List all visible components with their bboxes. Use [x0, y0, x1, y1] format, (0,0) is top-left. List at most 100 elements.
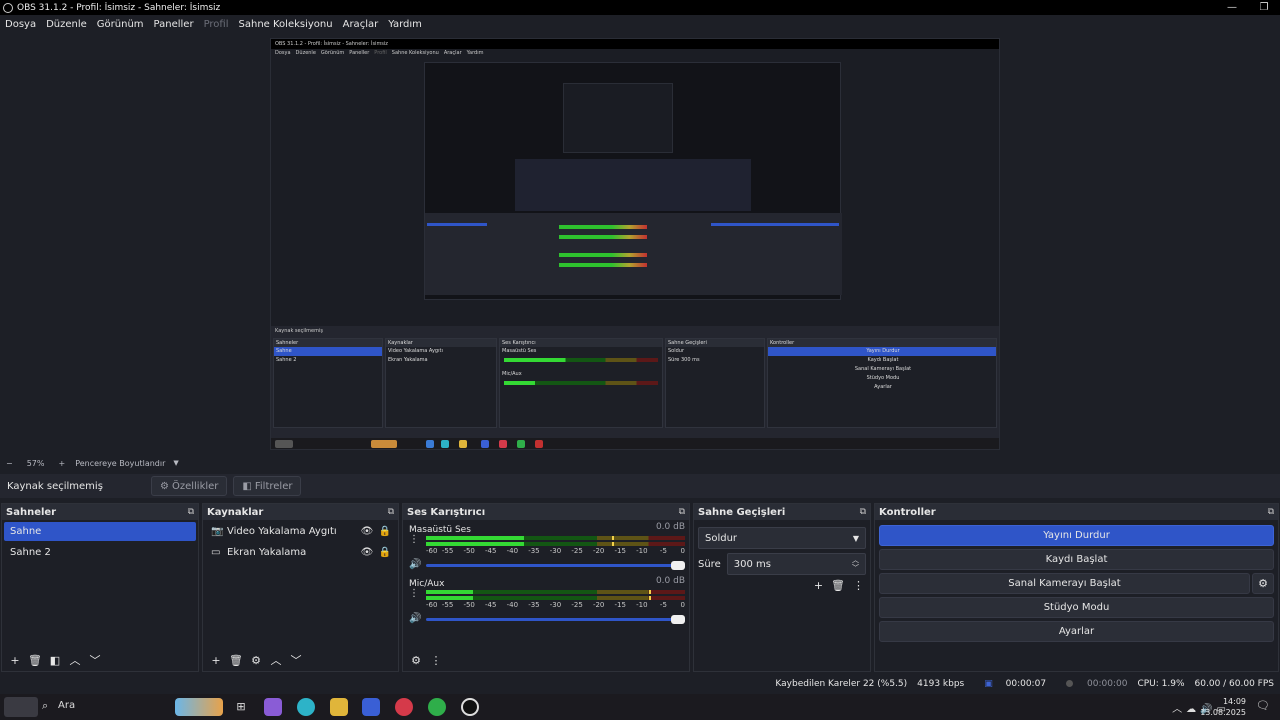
studio-mode-button[interactable]: Stüdyo Modu: [879, 597, 1274, 618]
start-recording-button[interactable]: Kaydı Başlat: [879, 549, 1274, 570]
obs-icon[interactable]: [461, 698, 479, 716]
stepper-icon[interactable]: ︿ ﹀: [852, 556, 859, 572]
transitions-dock: Sahne Geçişleri ⧉ Soldur ▼ Süre 300 ms ︿…: [693, 503, 871, 672]
add-icon[interactable]: +: [814, 579, 823, 592]
move-down-icon[interactable]: ﹀: [86, 651, 104, 669]
scenes-dock: Sahneler ⧉ Sahne Sahne 2 + 🗑 ◧ ︿ ﹀: [1, 503, 199, 672]
volume-slider[interactable]: [426, 615, 685, 624]
kebab-menu-icon[interactable]: ⋮: [409, 588, 419, 599]
task-view-icon[interactable]: ⊞: [232, 698, 250, 716]
tick-label: -45: [485, 547, 497, 555]
menu-view[interactable]: Görünüm: [97, 19, 144, 30]
preview-canvas[interactable]: OBS 31.1.2 - Profil: İsimsiz - Sahneler:…: [270, 38, 1000, 450]
speaker-icon[interactable]: 🔊: [409, 613, 421, 624]
move-up-icon[interactable]: ︿: [267, 651, 285, 669]
float-icon[interactable]: ⧉: [679, 507, 685, 517]
widget-icon[interactable]: [175, 698, 223, 716]
monitor-icon: ▭: [211, 547, 221, 558]
volume-slider[interactable]: [426, 561, 685, 570]
trash-icon[interactable]: 🗑: [26, 651, 44, 669]
kebab-menu-icon[interactable]: ⋮: [427, 651, 445, 669]
scene-item[interactable]: Sahne: [4, 522, 196, 541]
trash-icon[interactable]: 🗑: [831, 579, 845, 592]
nested-menu: Dosya Düzenle Görünüm Paneller Profil Sahne K…: [275, 50, 484, 56]
trash-icon[interactable]: 🗑: [227, 651, 245, 669]
scene-item[interactable]: Sahne 2: [4, 543, 196, 562]
close-button[interactable]: [1272, 0, 1280, 15]
clock[interactable]: 14:09 13.08.2025: [1200, 696, 1246, 718]
menu-file[interactable]: Dosya: [5, 19, 36, 30]
taskbar: ⌕ Ara ⊞ ︿☁🔊▭ 14:09 13.08.2025 🗨: [0, 694, 1280, 720]
chevron-down-icon[interactable]: ▼: [173, 459, 178, 467]
zoom-in-button[interactable]: +: [58, 459, 65, 468]
stop-streaming-button[interactable]: Yayını Durdur: [879, 525, 1274, 546]
tick-label: -30: [549, 547, 562, 555]
properties-button[interactable]: ⚙ Özellikler: [151, 476, 228, 496]
copilot-icon[interactable]: [264, 698, 282, 716]
tick-label: -55: [441, 547, 454, 555]
tick-label: -55: [441, 601, 454, 609]
float-icon[interactable]: ⧉: [388, 507, 394, 517]
tick-label: -15: [614, 547, 626, 555]
app-icon[interactable]: [395, 698, 413, 716]
edge-icon[interactable]: [297, 698, 315, 716]
eye-icon[interactable]: 👁: [360, 543, 374, 562]
menu-tools[interactable]: Araçlar: [343, 19, 379, 30]
tick-label: -35: [528, 547, 540, 555]
tick-label: -5: [659, 547, 667, 555]
start-button[interactable]: [4, 697, 38, 717]
start-virtual-camera-button[interactable]: Sanal Kamerayı Başlat: [879, 573, 1250, 594]
advanced-audio-icon[interactable]: ⚙: [407, 651, 425, 669]
move-up-icon[interactable]: ︿: [66, 651, 84, 669]
notification-icon[interactable]: 🗨: [1256, 699, 1270, 712]
menu-edit[interactable]: Düzenle: [46, 19, 87, 30]
zoom-out-button[interactable]: −: [6, 459, 13, 468]
folder-icon[interactable]: [330, 698, 348, 716]
filter-icon[interactable]: ◧: [46, 651, 64, 669]
float-icon[interactable]: ⧉: [188, 507, 194, 517]
tick-label: -40: [506, 547, 519, 555]
mixer-channel: Mic/Aux 0.0 dB ⋮ -60 -55 -50 -45 -40 -35 -30 -2…: [409, 576, 685, 628]
lock-icon[interactable]: 🔒: [378, 522, 392, 541]
filters-button[interactable]: ◧ Filtreler: [233, 476, 302, 496]
lock-icon[interactable]: 🔒: [378, 543, 392, 562]
menu-help[interactable]: Yardım: [388, 19, 422, 30]
chrome-icon[interactable]: [428, 698, 446, 716]
move-down-icon[interactable]: ﹀: [287, 651, 305, 669]
source-item[interactable]: 📷 Video Yakalama Aygıtı 👁 🔒: [205, 522, 396, 541]
taskbar-search[interactable]: Ara: [58, 700, 75, 711]
float-icon[interactable]: ⧉: [860, 507, 866, 517]
volume-meter: [426, 542, 685, 546]
tick-label: 0: [680, 547, 685, 555]
speaker-icon[interactable]: 🔊: [409, 559, 421, 570]
menu-docks[interactable]: Paneller: [154, 19, 194, 30]
menu-scene-collection[interactable]: Sahne Koleksiyonu: [239, 19, 333, 30]
tick-label: -30: [549, 601, 562, 609]
search-icon[interactable]: ⌕: [42, 699, 48, 713]
tick-label: -60: [426, 547, 438, 555]
gear-icon[interactable]: ⚙: [1252, 573, 1274, 594]
app-icon[interactable]: [362, 698, 380, 716]
tick-label: -50: [463, 547, 475, 555]
menu-profile[interactable]: Profil: [204, 19, 229, 30]
title-bar: OBS 31.1.2 - Profil: İsimsiz - Sahneler:…: [0, 0, 1280, 15]
settings-button[interactable]: Ayarlar: [879, 621, 1274, 642]
meter-ticks: -60 -55 -50 -45 -40 -35 -30 -25 -20 -15 -10 -5 0: [426, 601, 685, 611]
float-icon[interactable]: ⧉: [1268, 507, 1274, 517]
add-icon[interactable]: +: [6, 651, 24, 669]
minimize-button[interactable]: —: [1216, 0, 1248, 15]
gear-icon[interactable]: ⚙: [247, 651, 265, 669]
transition-select[interactable]: Soldur ▼: [698, 527, 866, 549]
preview-area[interactable]: OBS 31.1.2 - Profil: İsimsiz - Sahneler:…: [0, 33, 1280, 455]
kebab-menu-icon[interactable]: ⋮: [409, 534, 419, 545]
eye-icon[interactable]: 👁: [360, 522, 374, 541]
duration-input[interactable]: 300 ms ︿ ﹀: [726, 553, 866, 575]
tick-label: -45: [485, 601, 497, 609]
source-item[interactable]: ▭ Ekran Yakalama 👁 🔒: [205, 543, 396, 562]
sources-title: Kaynaklar: [207, 506, 264, 518]
add-icon[interactable]: +: [207, 651, 225, 669]
scenes-title: Sahneler: [6, 506, 57, 518]
nested-preview: [424, 62, 842, 300]
duration-row: Süre 300 ms ︿ ﹀: [698, 553, 866, 575]
kebab-menu-icon[interactable]: ⋮: [853, 579, 864, 592]
